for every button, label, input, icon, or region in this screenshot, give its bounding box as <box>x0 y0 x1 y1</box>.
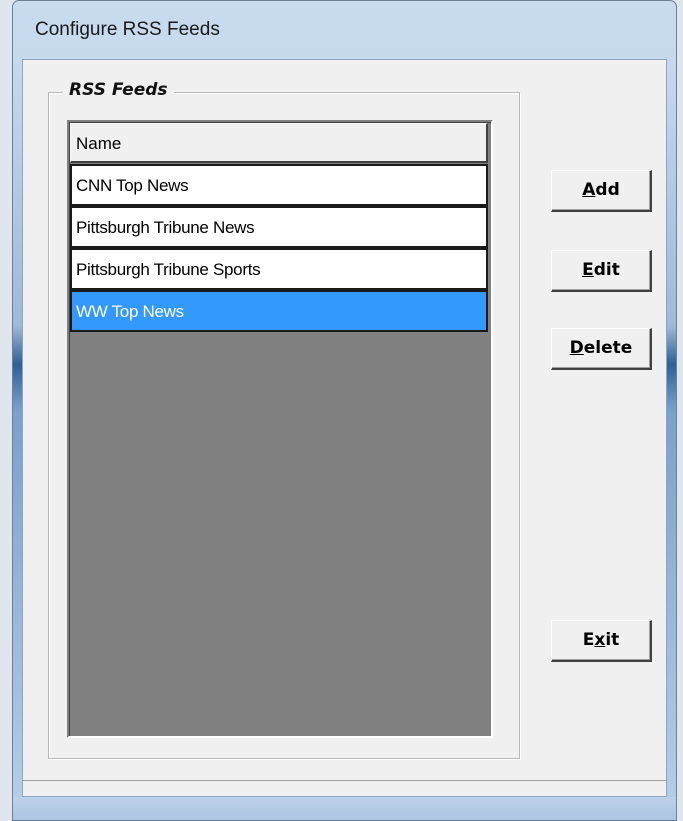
list-item-cnn-top-news[interactable]: CNN Top News <box>70 164 488 206</box>
edit-button-accelerator: E <box>582 260 594 280</box>
status-bar <box>23 780 666 796</box>
edit-button-text-post: dit <box>593 260 620 280</box>
list-item-pittsburgh-tribune-sports[interactable]: Pittsburgh Tribune Sports <box>70 248 488 290</box>
delete-button-text-post: elete <box>583 338 633 358</box>
list-item-label: CNN Top News <box>76 176 189 195</box>
delete-button[interactable]: Delete <box>551 328 652 370</box>
window-border-bottom <box>13 797 676 820</box>
exit-button-text-post: it <box>605 630 620 650</box>
rss-feeds-group: RSS Feeds Name CNN Top News Pittsburgh T… <box>48 80 520 759</box>
rss-feeds-group-label: RSS Feeds <box>63 80 174 100</box>
list-item-label: WW Top News <box>76 302 184 321</box>
exit-button-text-pre: E <box>582 630 595 650</box>
exit-button[interactable]: Exit <box>551 620 652 662</box>
window-border-left <box>13 59 22 820</box>
window-border-right <box>667 59 676 820</box>
delete-button-accelerator: D <box>569 338 584 358</box>
exit-button-accelerator: x <box>594 630 606 650</box>
dialog-client-area: RSS Feeds Name CNN Top News Pittsburgh T… <box>22 59 667 797</box>
add-button-text-post: dd <box>595 180 620 200</box>
list-item-pittsburgh-tribune-news[interactable]: Pittsburgh Tribune News <box>70 206 488 248</box>
list-item-label: Pittsburgh Tribune News <box>76 218 255 237</box>
add-button-accelerator: A <box>582 180 596 200</box>
list-item-label: Pittsburgh Tribune Sports <box>76 260 261 279</box>
list-item-ww-top-news[interactable]: WW Top News <box>70 290 488 332</box>
window-frame: Configure RSS Feeds RSS Feeds Name CNN T… <box>12 0 677 821</box>
rss-feed-list[interactable]: Name CNN Top News Pittsburgh Tribune New… <box>67 120 493 738</box>
window-title[interactable]: Configure RSS Feeds <box>13 1 676 59</box>
column-header-name[interactable]: Name <box>70 123 488 163</box>
edit-button[interactable]: Edit <box>551 250 652 292</box>
add-button[interactable]: Add <box>551 170 652 212</box>
